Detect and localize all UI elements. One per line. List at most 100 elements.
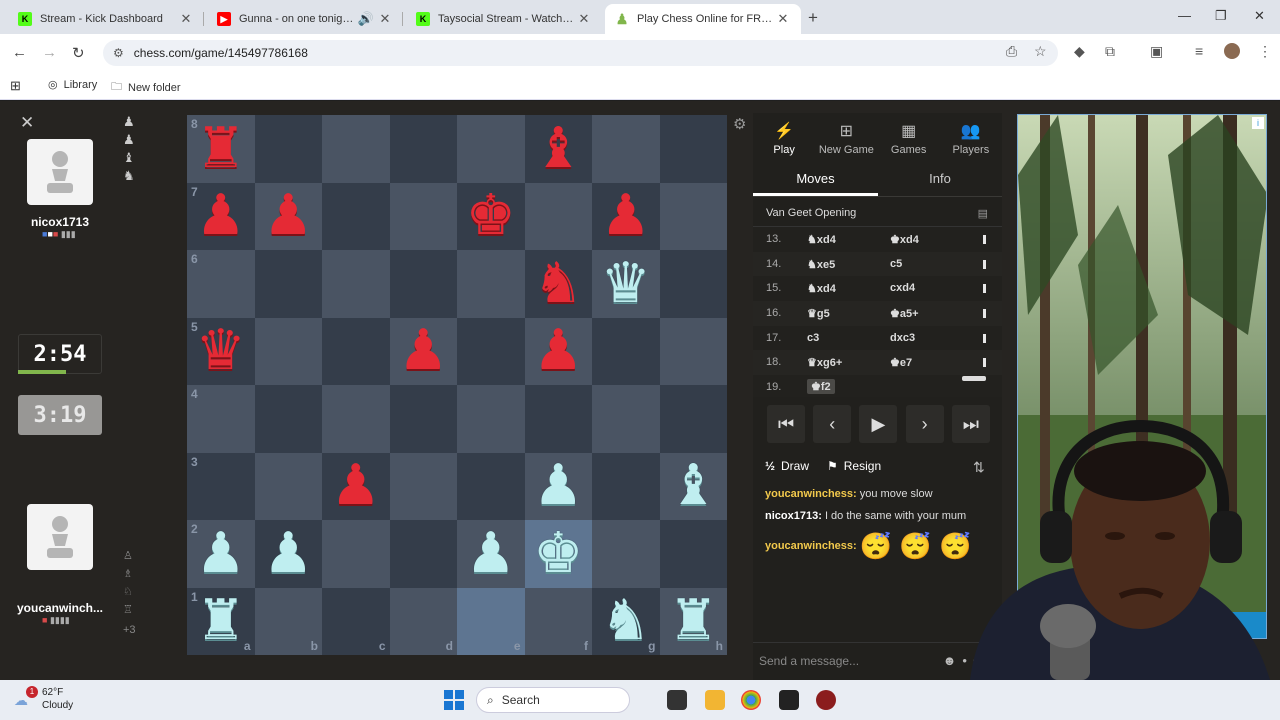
obs-icon[interactable]: [779, 690, 799, 710]
white-pawn-icon[interactable]: ♟: [263, 525, 313, 582]
file-explorer-icon[interactable]: [705, 690, 725, 710]
site-settings-icon[interactable]: ⚙: [113, 46, 124, 60]
square-b3[interactable]: [254, 452, 322, 520]
player-name-top[interactable]: nicox1713: [0, 215, 120, 229]
white-move[interactable]: ♚f2: [807, 379, 835, 395]
side-panel-icon[interactable]: ▣: [1150, 43, 1163, 60]
square-b4[interactable]: [254, 385, 322, 453]
tab-chess-com[interactable]: ♟ Play Chess Online for FREE - 2 P ✕: [605, 4, 801, 34]
tab-info[interactable]: Info: [878, 163, 1002, 196]
restore-icon[interactable]: ❐: [1215, 8, 1227, 24]
scroll-thumb[interactable]: [962, 376, 986, 381]
square-g1[interactable]: g ♞: [592, 587, 660, 655]
white-pawn-icon[interactable]: ♟: [466, 525, 516, 582]
square-d7[interactable]: [389, 182, 457, 250]
moves-list[interactable]: 13. ♞xd4 ♚xd4 14. ♞xe5 c5 15. ♞xd4 cxd4 16. ♛g5 ♚a5…: [753, 227, 1002, 397]
black-move[interactable]: ♚xd4: [890, 233, 919, 246]
square-e7[interactable]: ♚: [457, 182, 525, 250]
square-c1[interactable]: c: [322, 587, 390, 655]
url-bar[interactable]: ⚙ chess.com/game/145497786168: [103, 40, 1058, 66]
square-h1[interactable]: h ♜: [659, 587, 727, 655]
square-a7[interactable]: 7 ♟: [187, 182, 255, 250]
square-f1[interactable]: f: [524, 587, 592, 655]
square-c6[interactable]: [322, 250, 390, 318]
square-b5[interactable]: [254, 317, 322, 385]
taskbar-search[interactable]: ⌕ Search: [476, 687, 630, 713]
red-bishop-icon[interactable]: ♝: [533, 120, 583, 177]
extension-icon[interactable]: ◆: [1074, 43, 1085, 60]
square-f6[interactable]: ♞: [524, 250, 592, 318]
square-f4[interactable]: [524, 385, 592, 453]
square-g3[interactable]: [592, 452, 660, 520]
red-knight-icon[interactable]: ♞: [533, 255, 583, 312]
new-tab-plus-icon[interactable]: +: [808, 8, 818, 28]
media-controls-icon[interactable]: ≡: [1195, 43, 1203, 59]
close-icon[interactable]: ✕: [178, 11, 194, 27]
square-a8[interactable]: 8 ♜: [187, 115, 255, 183]
square-e6[interactable]: [457, 250, 525, 318]
square-e8[interactable]: [457, 115, 525, 183]
close-icon[interactable]: ✕: [775, 11, 791, 27]
square-h5[interactable]: [659, 317, 727, 385]
close-panel-icon[interactable]: ✕: [20, 113, 34, 133]
white-move[interactable]: ♞xe5: [807, 258, 835, 271]
install-app-icon[interactable]: ⎙: [1006, 43, 1017, 60]
black-move[interactable]: c5: [890, 258, 902, 270]
square-h6[interactable]: [659, 250, 727, 318]
previous-move-button[interactable]: ‹: [813, 405, 852, 443]
resign-button[interactable]: ⚑ Resign: [827, 459, 881, 473]
square-d4[interactable]: [389, 385, 457, 453]
white-king-icon[interactable]: ♚: [533, 525, 583, 582]
white-rook-icon[interactable]: ♜: [668, 593, 718, 649]
square-e1[interactable]: e: [457, 587, 525, 655]
square-d3[interactable]: [389, 452, 457, 520]
square-a3[interactable]: 3: [187, 452, 255, 520]
chrome-icon[interactable]: [741, 690, 761, 710]
red-rook-icon[interactable]: ♜: [196, 120, 246, 177]
chat-username[interactable]: youcanwinchess:: [765, 488, 857, 500]
black-move[interactable]: ♚a5+: [890, 307, 919, 320]
square-e2[interactable]: ♟: [457, 520, 525, 588]
square-h7[interactable]: [659, 182, 727, 250]
first-move-button[interactable]: ⏮: [767, 405, 806, 443]
square-c5[interactable]: [322, 317, 390, 385]
windows-start-icon[interactable]: [444, 690, 464, 710]
close-icon[interactable]: ✕: [377, 11, 393, 27]
nav-games[interactable]: ▦ Games: [878, 113, 940, 163]
square-f2[interactable]: ♚: [524, 520, 592, 588]
square-a6[interactable]: 6: [187, 250, 255, 318]
app-icon[interactable]: [816, 690, 836, 710]
next-move-button[interactable]: ›: [905, 405, 944, 443]
white-move[interactable]: ♛xg6+: [807, 356, 842, 369]
square-d6[interactable]: [389, 250, 457, 318]
square-g2[interactable]: [592, 520, 660, 588]
square-b6[interactable]: [254, 250, 322, 318]
black-move[interactable]: dxc3: [890, 332, 915, 344]
white-pawn-icon[interactable]: ♟: [533, 458, 583, 514]
player-name-bottom[interactable]: youcanwinch...: [0, 601, 120, 615]
white-move[interactable]: ♛g5: [807, 307, 830, 320]
puzzle-extensions-icon[interactable]: ⧉: [1105, 43, 1115, 60]
book-icon[interactable]: ▤: [978, 207, 988, 220]
ad-info-icon[interactable]: i: [1252, 117, 1264, 129]
square-c8[interactable]: [322, 115, 390, 183]
apps-grid-icon[interactable]: ⊞: [10, 78, 21, 94]
square-f5[interactable]: ♟: [524, 317, 592, 385]
menu-kebab-icon[interactable]: ⋮: [1258, 43, 1272, 60]
tab-moves[interactable]: Moves: [753, 163, 878, 196]
square-a4[interactable]: 4: [187, 385, 255, 453]
white-move[interactable]: ♞xd4: [807, 233, 836, 246]
square-d2[interactable]: [389, 520, 457, 588]
reload-icon[interactable]: ↻: [72, 44, 85, 62]
red-pawn-icon[interactable]: ♟: [398, 323, 448, 379]
bookmark-star-icon[interactable]: ☆: [1034, 43, 1047, 60]
square-c3[interactable]: ♟: [322, 452, 390, 520]
square-g6[interactable]: ♛: [592, 250, 660, 318]
square-h8[interactable]: [659, 115, 727, 183]
square-f7[interactable]: [524, 182, 592, 250]
red-pawn-icon[interactable]: ♟: [601, 188, 651, 244]
profile-avatar[interactable]: [1224, 43, 1240, 59]
white-pawn-icon[interactable]: ♟: [196, 525, 246, 582]
tab-kick-taysocial[interactable]: K Taysocial Stream - Watch Live o ✕: [406, 4, 602, 34]
avatar[interactable]: [27, 139, 93, 205]
